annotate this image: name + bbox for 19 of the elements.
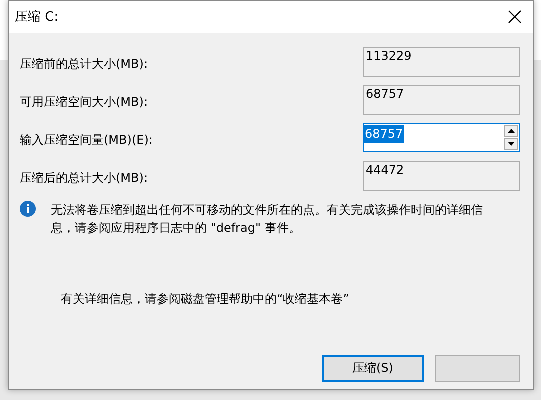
field-label: 压缩前的总计大小(MB): bbox=[20, 56, 148, 73]
spin-field[interactable]: 68757 bbox=[363, 123, 520, 152]
field-label: 压缩后的总计大小(MB): bbox=[20, 170, 148, 187]
spin-up-button[interactable] bbox=[504, 125, 518, 137]
info-icon bbox=[20, 201, 36, 217]
field-value: 68757 bbox=[364, 125, 404, 143]
readonly-field: 113229 bbox=[363, 47, 520, 77]
close-icon bbox=[508, 10, 522, 24]
down-arrow-icon bbox=[508, 142, 514, 146]
field-label: 可用压缩空间大小(MB): bbox=[20, 94, 148, 111]
window-title: 压缩 C: bbox=[15, 9, 59, 26]
spin-down-button[interactable] bbox=[504, 138, 518, 150]
help-text: 有关详细信息，请参阅磁盘管理帮助中的“收缩基本卷” bbox=[61, 291, 350, 308]
dialog-button[interactable]: 压缩(S) bbox=[322, 355, 424, 382]
readonly-field: 44472 bbox=[363, 161, 520, 191]
field-label: 输入压缩空间量(MB)(E): bbox=[20, 132, 153, 149]
readonly-field: 68757 bbox=[363, 85, 520, 115]
info-message: 无法将卷压缩到超出任何不可移动的文件所在的点。有关完成该操作时间的详细信息，请参阅应用程序日志中的 "defrag" 事件。 bbox=[51, 202, 484, 237]
up-arrow-icon bbox=[508, 129, 514, 133]
